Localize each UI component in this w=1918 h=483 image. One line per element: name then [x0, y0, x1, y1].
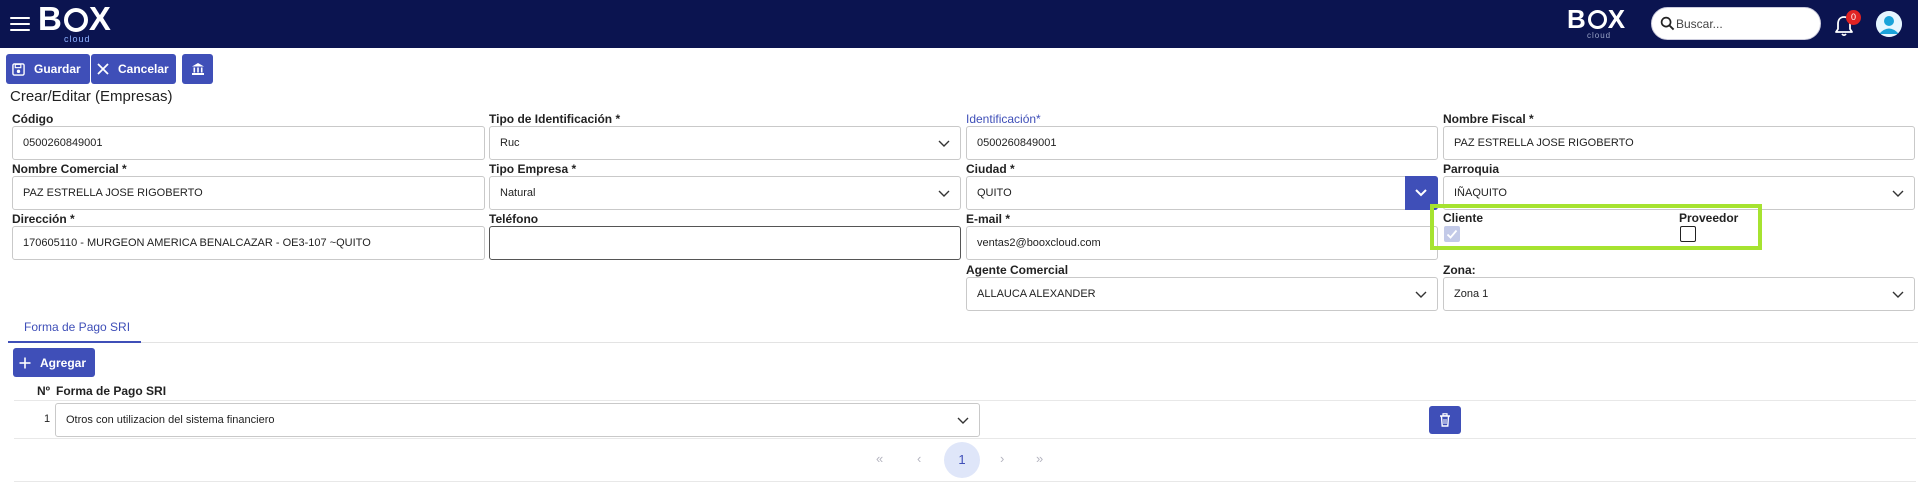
tipo-empresa-label: Tipo Empresa * — [489, 162, 577, 176]
codigo-label: Código — [12, 112, 54, 126]
cliente-label: Cliente — [1443, 211, 1484, 225]
tipo-empresa-select[interactable]: Natural — [489, 176, 961, 210]
pager-last-button[interactable]: » — [1036, 451, 1043, 466]
tipo-identificacion-label: Tipo de Identificación * — [489, 112, 621, 126]
hamburger-menu-icon[interactable] — [10, 17, 30, 33]
bank-button[interactable] — [182, 54, 213, 84]
tab-forma-pago-sri[interactable]: Forma de Pago SRI — [24, 320, 130, 334]
chevron-down-icon — [1415, 291, 1427, 298]
bank-icon — [191, 63, 204, 75]
pager-first-button[interactable]: « — [876, 451, 883, 466]
chevron-down-icon — [938, 190, 950, 197]
telefono-label: Teléfono — [489, 212, 539, 226]
identificacion-field[interactable]: 0500260849001 — [966, 126, 1438, 160]
floppy-icon — [12, 62, 25, 76]
chevron-down-icon — [1892, 190, 1904, 197]
trash-icon — [1440, 413, 1450, 427]
row-divider — [14, 438, 1916, 439]
email-label: E-mail * — [966, 212, 1011, 226]
notification-badge: 0 — [1846, 10, 1861, 25]
check-icon — [1446, 229, 1458, 239]
save-button-label: Guardar — [34, 62, 81, 76]
search-box[interactable] — [1651, 7, 1821, 40]
forma-pago-select[interactable]: Otros con utilizacion del sistema financ… — [55, 403, 980, 437]
search-input[interactable] — [1676, 15, 1814, 33]
pager-current-page[interactable]: 1 — [944, 442, 980, 478]
agente-comercial-select[interactable]: ALLAUCA ALEXANDER — [966, 277, 1438, 311]
codigo-field[interactable]: 0500260849001 — [12, 126, 485, 160]
tab-divider — [8, 342, 1918, 343]
add-button-label: Agregar — [40, 355, 87, 370]
nombre-comercial-field[interactable]: PAZ ESTRELLA JOSE RIGOBERTO — [12, 176, 485, 210]
cliente-checkbox[interactable] — [1444, 226, 1460, 242]
plus-icon — [19, 357, 31, 368]
delete-row-button[interactable] — [1429, 406, 1461, 434]
app-logo[interactable]: BX cloud — [38, 0, 112, 44]
proveedor-label: Proveedor — [1679, 211, 1739, 225]
chevron-down-icon — [1415, 189, 1427, 197]
parroquia-label: Parroquia — [1443, 162, 1500, 176]
ciudad-select[interactable]: QUITO — [966, 176, 1438, 210]
tipo-identificacion-select[interactable]: Ruc — [489, 126, 961, 160]
save-button[interactable]: Guardar — [6, 54, 90, 84]
search-icon — [1660, 16, 1675, 31]
row-divider — [14, 400, 1916, 401]
zona-select[interactable]: Zona 1 — [1443, 277, 1915, 311]
identificacion-label: Identificación* — [966, 112, 1041, 126]
chevron-down-icon — [938, 140, 950, 147]
footer-divider — [14, 481, 1916, 482]
nombre-fiscal-field[interactable]: PAZ ESTRELLA JOSE RIGOBERTO — [1443, 126, 1915, 160]
direccion-label: Dirección * — [12, 212, 75, 226]
chevron-down-icon — [1892, 291, 1904, 298]
telefono-field[interactable] — [489, 226, 961, 260]
column-header-num: Nº — [37, 384, 51, 398]
agente-comercial-label: Agente Comercial — [966, 263, 1069, 277]
direccion-field[interactable]: 170605110 - MURGEON AMERICA BENALCAZAR -… — [12, 226, 485, 260]
cancel-button[interactable]: Cancelar — [91, 54, 176, 84]
user-avatar[interactable] — [1876, 11, 1902, 37]
ciudad-label: Ciudad * — [966, 162, 1015, 176]
add-button[interactable]: Agregar — [13, 348, 95, 377]
nombre-comercial-label: Nombre Comercial * — [12, 162, 127, 176]
company-logo: BX cloud — [1567, 4, 1627, 40]
chevron-down-icon — [957, 417, 969, 424]
close-icon — [97, 63, 109, 75]
pager-next-button[interactable]: › — [1000, 451, 1004, 466]
page-title: Crear/Editar (Empresas) — [10, 88, 173, 105]
column-header-forma-pago: Forma de Pago SRI — [56, 384, 167, 398]
email-field[interactable]: ventas2@booxcloud.com — [966, 226, 1438, 260]
cancel-button-label: Cancelar — [118, 62, 169, 76]
top-bar: BX cloud BX cloud 0 — [0, 0, 1918, 48]
proveedor-checkbox[interactable] — [1680, 226, 1696, 242]
active-tab-indicator — [8, 341, 141, 343]
nombre-fiscal-label: Nombre Fiscal * — [1443, 112, 1534, 126]
row-number: 1 — [44, 413, 51, 425]
zona-label: Zona: — [1443, 263, 1476, 277]
pager-prev-button[interactable]: ‹ — [917, 451, 921, 466]
